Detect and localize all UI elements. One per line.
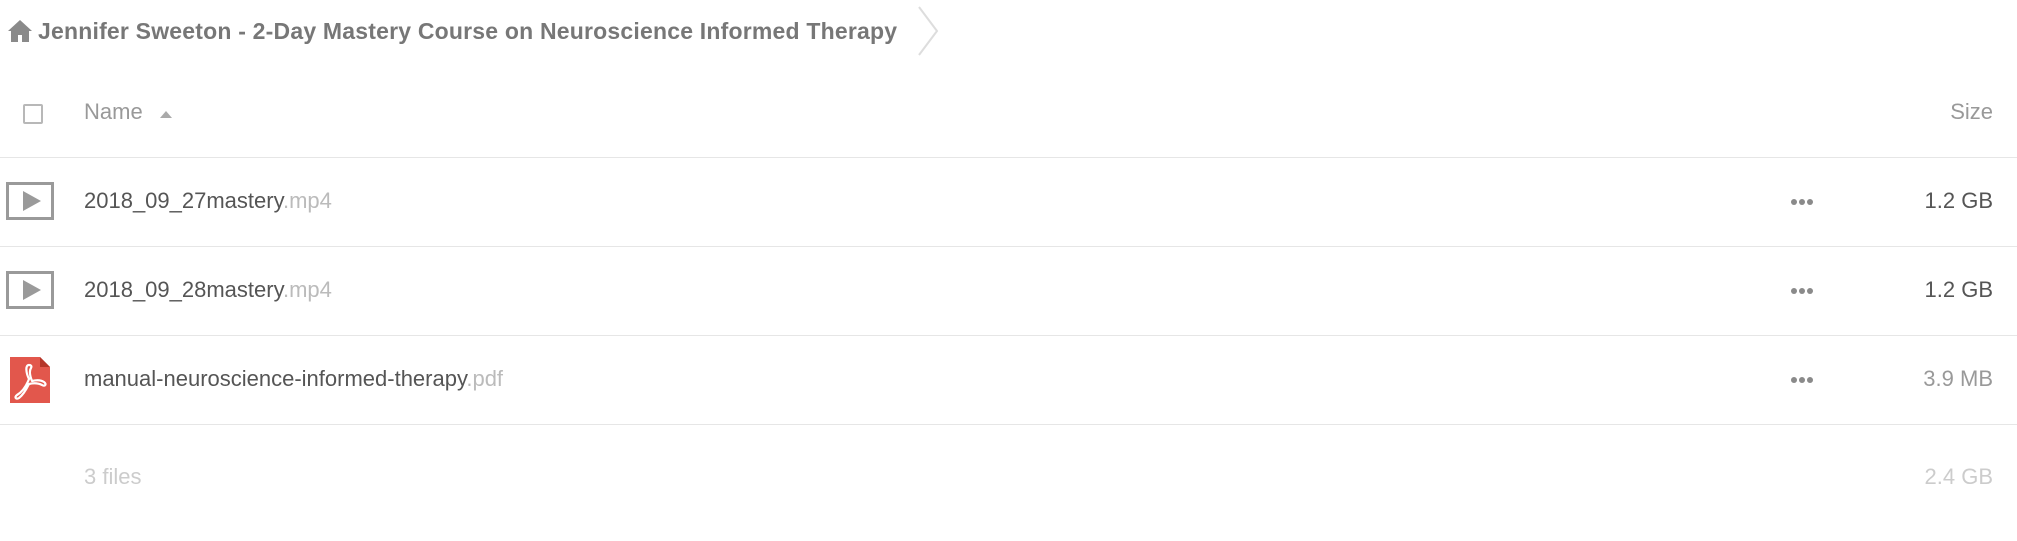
more-options-icon[interactable] bbox=[1788, 192, 1816, 212]
more-options-icon[interactable] bbox=[1788, 281, 1816, 301]
total-size: 2.4 GB bbox=[1924, 464, 1993, 489]
file-basename: 2018_09_27mastery bbox=[84, 188, 283, 213]
file-list-header: Name Size bbox=[0, 87, 2017, 158]
video-file-icon bbox=[6, 179, 54, 225]
sort-ascending-icon bbox=[159, 107, 173, 118]
breadcrumb-separator-chevron-icon bbox=[915, 5, 941, 57]
pdf-file-icon bbox=[6, 357, 54, 403]
file-size: 1.2 GB bbox=[1924, 277, 1993, 302]
file-count: 3 files bbox=[84, 464, 142, 489]
breadcrumb-home-link[interactable]: Jennifer Sweeton - 2-Day Mastery Course … bbox=[6, 17, 897, 45]
name-column-label: Name bbox=[84, 99, 143, 124]
select-all-checkbox[interactable] bbox=[23, 104, 43, 124]
file-extension: .mp4 bbox=[282, 188, 332, 213]
file-row[interactable]: 2018_09_28mastery.mp4 1.2 GB bbox=[0, 247, 2017, 336]
size-column-header[interactable]: Size bbox=[1950, 99, 1993, 125]
file-size: 3.9 MB bbox=[1923, 366, 1993, 391]
breadcrumb: Jennifer Sweeton - 2-Day Mastery Course … bbox=[6, 6, 941, 56]
file-list: 2018_09_27mastery.mp4 1.2 GB 2018_09_28m… bbox=[0, 158, 2017, 425]
name-column-header[interactable]: Name bbox=[84, 99, 173, 125]
video-file-icon bbox=[6, 268, 54, 314]
file-row[interactable]: manual-neuroscience-informed-therapy.pdf… bbox=[0, 336, 2017, 425]
file-name[interactable]: 2018_09_28mastery.mp4 bbox=[84, 277, 332, 303]
file-extension: .pdf bbox=[466, 366, 504, 391]
file-browser-page: Jennifer Sweeton - 2-Day Mastery Course … bbox=[0, 0, 2017, 541]
file-row[interactable]: 2018_09_27mastery.mp4 1.2 GB bbox=[0, 158, 2017, 247]
file-name[interactable]: 2018_09_27mastery.mp4 bbox=[84, 188, 332, 214]
file-basename: 2018_09_28mastery bbox=[84, 277, 283, 302]
file-size: 1.2 GB bbox=[1924, 188, 1993, 213]
file-basename: manual-neuroscience-informed-therapy bbox=[84, 366, 467, 391]
more-options-icon[interactable] bbox=[1788, 370, 1816, 390]
file-name[interactable]: manual-neuroscience-informed-therapy.pdf bbox=[84, 366, 503, 392]
breadcrumb-folder-title[interactable]: Jennifer Sweeton - 2-Day Mastery Course … bbox=[38, 18, 897, 45]
file-extension: .mp4 bbox=[282, 277, 332, 302]
file-list-summary: 3 files 2.4 GB bbox=[0, 460, 2017, 500]
home-icon[interactable] bbox=[6, 17, 34, 45]
